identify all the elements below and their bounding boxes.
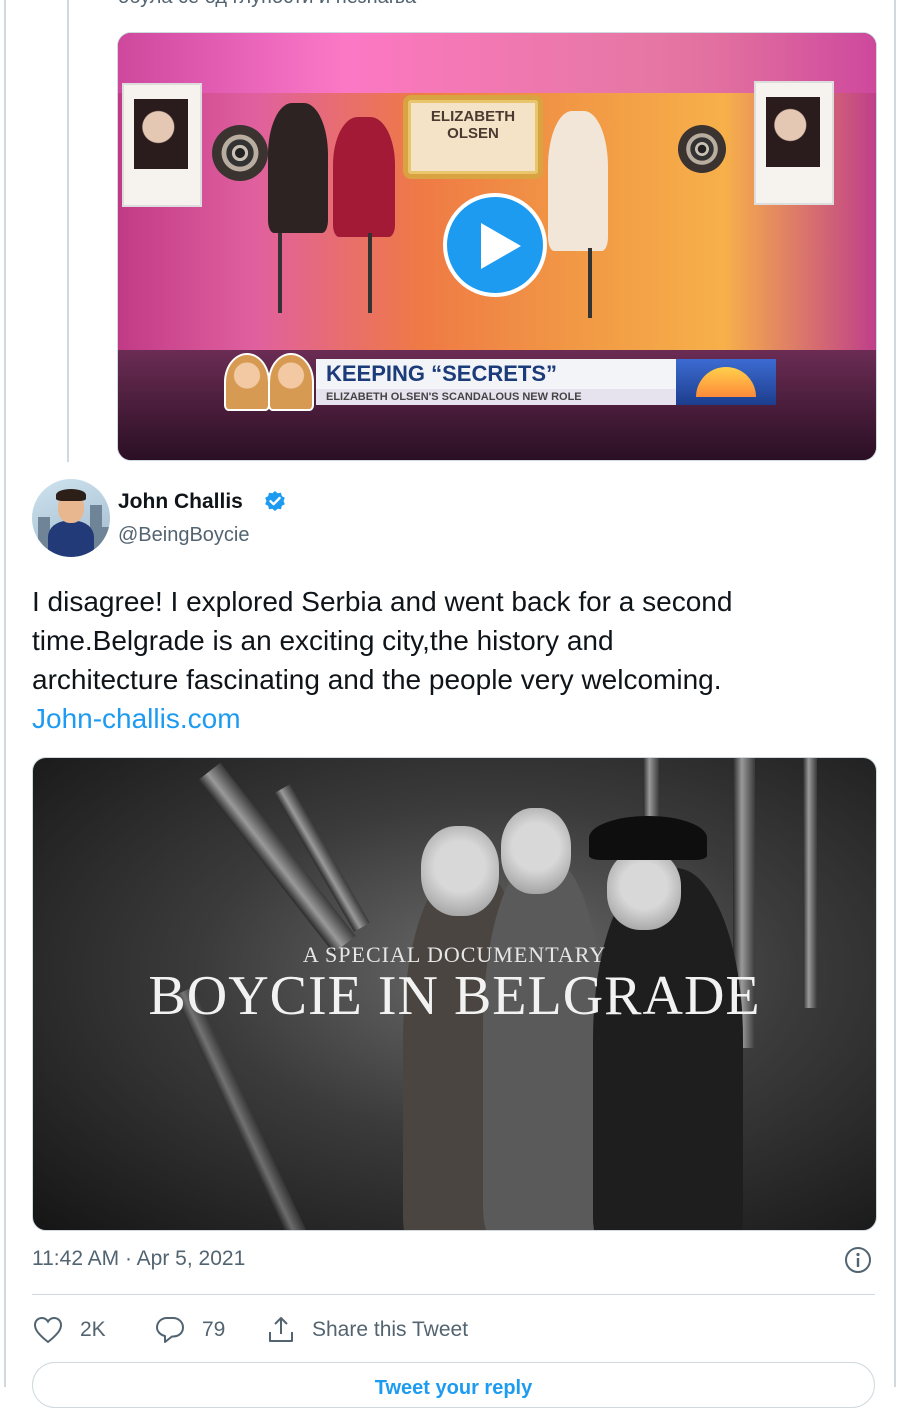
share-icon [269,1317,293,1342]
reply-action-button[interactable]: 79 [154,1312,225,1348]
tweet-text: I disagree! I explored Serbia and went b… [32,582,872,738]
video-marquee-sign: ELIZABETH OLSEN [403,95,543,179]
video-guest [548,111,608,251]
window-right-border [894,0,896,1387]
reply-count: 79 [202,1318,226,1341]
tweet-text-line: architecture fascinating and the people … [32,664,722,695]
share-label: Share this Tweet [312,1318,469,1341]
video-stool-leg [588,248,592,318]
tweet-text-line: time.Belgrade is an exciting city,the hi… [32,625,614,656]
film-reel-left [212,125,268,181]
author-name[interactable]: John Challis [118,490,243,514]
video-stool-leg [278,233,282,313]
info-icon[interactable] [843,1245,873,1275]
author-avatar[interactable] [32,479,110,557]
previous-tweet-text: обула се од глупости и незнања [118,0,416,9]
tweet-timestamp[interactable]: 11:42 AM · Apr 5, 2021 [32,1247,245,1271]
video-poster-right [754,81,834,205]
author-handle[interactable]: @BeingBoycie [118,524,249,547]
marquee-line-1: ELIZABETH [430,108,516,125]
tweet-reply-label: Tweet your reply [374,1377,533,1399]
lower-third-subheadline: ELIZABETH OLSEN'S SCANDALOUS NEW ROLE [316,389,676,405]
share-button[interactable]: Share this Tweet [266,1312,468,1348]
media-face-right [607,850,681,930]
thread-connector-line [67,0,69,462]
tweet-reply-button[interactable]: Tweet your reply [32,1362,875,1408]
video-stool-leg [368,233,372,313]
media-face-center [501,808,571,894]
marquee-line-2: OLSEN [447,125,499,142]
like-button[interactable]: 2K [32,1312,106,1348]
network-logo [676,359,776,405]
film-reel-right [678,125,726,173]
media-hat [589,816,707,860]
video-lower-third: KEEPING “SECRETS” ELIZABETH OLSEN'S SCAN… [218,351,778,411]
previous-tweet-video[interactable]: ELIZABETH OLSEN KEEPING “SECRETS” ELIZAB… [117,32,877,461]
like-count: 2K [80,1318,106,1341]
video-host-1 [268,103,328,233]
lower-third-face [224,353,270,411]
verified-badge-icon [265,491,285,511]
video-poster-left [122,83,202,207]
reply-bubble-icon [156,1317,184,1343]
video-host-2 [333,117,395,237]
tweet-text-line: I disagree! I explored Serbia and went b… [32,586,733,617]
tweet-link[interactable]: John-challis.com [32,699,872,738]
video-play-button[interactable] [443,193,547,297]
documentary-title: BOYCIE IN BELGRADE [148,965,761,1027]
lower-third-headline: KEEPING “SECRETS” [316,359,676,389]
heart-icon [33,1316,63,1344]
divider [32,1294,875,1295]
window-left-border [4,0,6,1387]
lower-third-face [268,353,314,411]
lower-third-faces [218,351,314,411]
play-icon [481,223,521,269]
media-face-left [421,826,499,916]
media-person-center [483,858,603,1230]
tweet-media-image[interactable]: A SPECIAL DOCUMENTARY BOYCIE IN BELGRADE [32,757,877,1231]
